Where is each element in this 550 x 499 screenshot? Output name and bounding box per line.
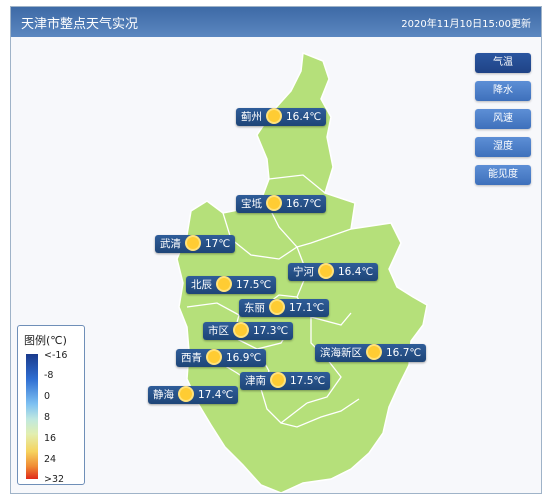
sun-icon bbox=[208, 351, 220, 363]
tab-wind-speed[interactable]: 风速 bbox=[475, 109, 531, 129]
station-temp: 17.3℃ bbox=[253, 325, 289, 337]
temperature-legend: 图例(℃) <-16 -8 0 8 16 24 >32 bbox=[17, 325, 85, 485]
station-name: 津南 bbox=[245, 375, 266, 387]
tab-precipitation[interactable]: 降水 bbox=[475, 81, 531, 101]
station-temp: 16.7℃ bbox=[286, 198, 322, 210]
station-label-shiqu[interactable]: 市区 17.3℃ bbox=[203, 322, 294, 340]
station-temp: 16.9℃ bbox=[226, 352, 262, 364]
sun-icon bbox=[272, 374, 284, 386]
station-name: 西青 bbox=[181, 352, 202, 364]
station-label-jinghai[interactable]: 静海 17.4℃ bbox=[148, 386, 239, 404]
sun-icon bbox=[180, 388, 192, 400]
station-label-jizhou[interactable]: 蓟州 16.4℃ bbox=[236, 108, 327, 126]
sun-icon bbox=[235, 324, 247, 336]
layer-tabs: 气温 降水 风速 湿度 能见度 bbox=[475, 53, 531, 193]
legend-tick: >32 bbox=[44, 474, 65, 485]
station-name: 滨海新区 bbox=[320, 347, 362, 359]
weather-panel: 天津市整点天气实况 2020年11月10日15:00更新 气温 降水 风速 湿度… bbox=[10, 6, 542, 494]
tab-humidity[interactable]: 湿度 bbox=[475, 137, 531, 157]
station-label-beichen[interactable]: 北辰 17.5℃ bbox=[186, 276, 277, 294]
tianjin-map bbox=[176, 51, 428, 493]
station-name: 市区 bbox=[208, 325, 229, 337]
station-name: 东丽 bbox=[244, 302, 265, 314]
station-label-jinnan[interactable]: 津南 17.5℃ bbox=[240, 372, 331, 390]
legend-tick: 16 bbox=[44, 433, 57, 444]
station-label-dongli[interactable]: 东丽 17.1℃ bbox=[239, 299, 330, 317]
legend-tick: -8 bbox=[44, 370, 54, 381]
legend-title: 图例(℃) bbox=[24, 334, 67, 347]
station-name: 宁河 bbox=[293, 266, 314, 278]
legend-tick: 0 bbox=[44, 391, 51, 402]
sun-icon bbox=[268, 110, 280, 122]
sun-icon bbox=[368, 346, 380, 358]
station-label-ninghe[interactable]: 宁河 16.4℃ bbox=[288, 263, 379, 281]
station-name: 蓟州 bbox=[241, 111, 262, 123]
sun-icon bbox=[187, 237, 199, 249]
station-label-wuqing[interactable]: 武清 17℃ bbox=[155, 235, 236, 253]
station-label-binhai[interactable]: 滨海新区 16.7℃ bbox=[315, 344, 427, 362]
station-name: 静海 bbox=[153, 389, 174, 401]
tab-visibility[interactable]: 能见度 bbox=[475, 165, 531, 185]
legend-color-bar bbox=[26, 354, 38, 479]
station-name: 北辰 bbox=[191, 279, 212, 291]
station-temp: 16.4℃ bbox=[286, 111, 322, 123]
station-label-baodi[interactable]: 宝坻 16.7℃ bbox=[236, 195, 327, 213]
station-name: 武清 bbox=[160, 238, 181, 250]
sun-icon bbox=[320, 265, 332, 277]
station-temp: 17℃ bbox=[205, 238, 231, 250]
station-temp: 17.5℃ bbox=[290, 375, 326, 387]
station-temp: 17.5℃ bbox=[236, 279, 272, 291]
station-name: 宝坻 bbox=[241, 198, 262, 210]
station-label-xiqing[interactable]: 西青 16.9℃ bbox=[176, 349, 267, 367]
sun-icon bbox=[271, 301, 283, 313]
sun-icon bbox=[218, 278, 230, 290]
sun-icon bbox=[268, 197, 280, 209]
legend-tick: 8 bbox=[44, 412, 51, 423]
station-temp: 16.7℃ bbox=[386, 347, 422, 359]
station-temp: 17.4℃ bbox=[198, 389, 234, 401]
legend-tick: <-16 bbox=[44, 350, 68, 361]
legend-tick: 24 bbox=[44, 454, 57, 465]
station-temp: 16.4℃ bbox=[338, 266, 374, 278]
station-temp: 17.1℃ bbox=[289, 302, 325, 314]
tab-temperature[interactable]: 气温 bbox=[475, 53, 531, 73]
